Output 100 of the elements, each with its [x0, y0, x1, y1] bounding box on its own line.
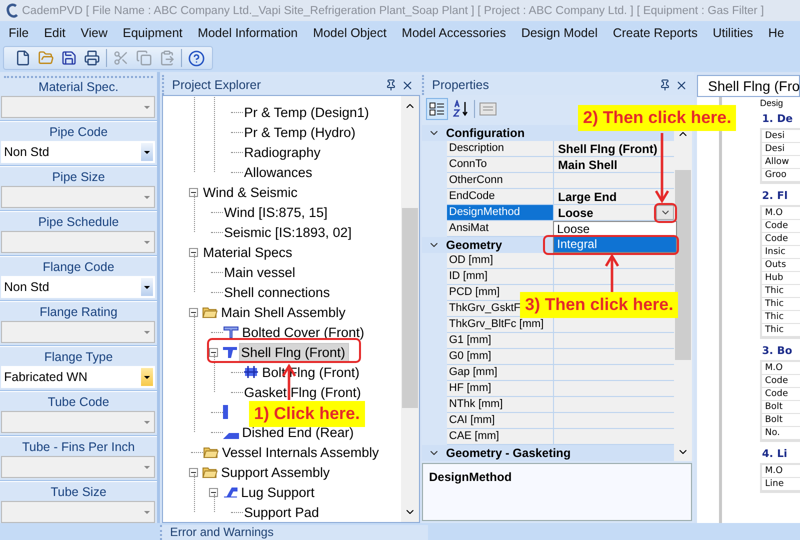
collapse-toggle[interactable]: [189, 468, 198, 476]
report-row: Thic: [762, 324, 800, 337]
dropdown-field[interactable]: Fabricated WN: [1, 366, 155, 388]
property-name[interactable]: DesignMethod: [447, 205, 554, 221]
menu-item[interactable]: He: [760, 26, 792, 40]
dropdown-field[interactable]: [1, 321, 155, 343]
collapse-toggle[interactable]: [209, 348, 218, 356]
new-file-icon[interactable]: [14, 49, 32, 68]
collapse-toggle[interactable]: [209, 488, 218, 496]
category-header[interactable]: Geometry - Gasketing: [422, 445, 674, 461]
report-row: No.: [762, 427, 800, 440]
document-tab[interactable]: Shell Flng (Fro: [697, 75, 800, 97]
report-row: Bolt: [762, 414, 800, 427]
panel-title: Error and Warnings: [160, 525, 428, 540]
description-title: DesignMethod: [429, 470, 512, 484]
collapse-toggle[interactable]: [189, 188, 198, 196]
dropdown-field[interactable]: [1, 231, 155, 253]
print-icon[interactable]: [83, 49, 101, 68]
field-label: Flange Type: [43, 349, 114, 366]
property-name[interactable]: Gap [mm]: [447, 365, 554, 381]
dropdown-field[interactable]: Non Std: [1, 276, 155, 298]
property-name[interactable]: CAI [mm]: [447, 413, 554, 429]
section-heading: 1. De: [762, 113, 794, 125]
dropdown-toggle[interactable]: [656, 205, 674, 220]
property-name[interactable]: NThk [mm]: [447, 397, 554, 413]
dropdown-field[interactable]: Non Std: [1, 141, 155, 163]
report-row: Hub: [762, 272, 800, 285]
cut-icon[interactable]: [112, 49, 130, 68]
collapse-toggle[interactable]: [189, 248, 198, 256]
menu-item[interactable]: Edit: [36, 26, 74, 40]
menu-item[interactable]: Equipment: [115, 26, 190, 40]
property-name[interactable]: EndCode: [447, 189, 554, 205]
field-label: Pipe Code: [48, 124, 109, 141]
dropdown-option[interactable]: Integral: [554, 237, 676, 252]
property-value[interactable]: [554, 269, 674, 285]
property-name[interactable]: HF [mm]: [447, 381, 554, 397]
panel-title: Project Explorer: [172, 78, 262, 92]
menu-item[interactable]: Model Accessories: [394, 26, 514, 40]
property-name[interactable]: CAE [mm]: [447, 429, 554, 445]
dropdown-field[interactable]: [1, 96, 155, 118]
app-logo-icon: [6, 2, 18, 19]
scrollbar-thumb[interactable]: [675, 170, 691, 360]
property-name[interactable]: G1 [mm]: [447, 333, 554, 349]
property-name[interactable]: OtherConn: [447, 173, 554, 189]
menu-item[interactable]: Model Object: [305, 26, 394, 40]
tree-item[interactable]: Shell Flng (Front): [240, 344, 348, 360]
menu-item[interactable]: Utilities: [705, 26, 761, 40]
section-heading: 2. Fl: [762, 190, 789, 202]
property-name[interactable]: G0 [mm]: [447, 349, 554, 365]
section-heading: 4. Li: [762, 448, 788, 460]
field-label: Pipe Schedule: [37, 214, 120, 231]
property-name[interactable]: Description: [447, 141, 554, 157]
property-value[interactable]: [554, 173, 674, 189]
property-name[interactable]: OD [mm]: [447, 253, 554, 269]
field-label: Flange Rating: [38, 304, 118, 321]
property-name[interactable]: AnsiMat: [447, 221, 554, 237]
field-label: Material Spec.: [38, 79, 120, 96]
collapse-toggle[interactable]: [189, 308, 198, 316]
flange-icon: [222, 345, 238, 359]
report-row: Line: [762, 478, 800, 491]
categorized-view-icon[interactable]: [426, 98, 448, 120]
folder-icon: [202, 305, 218, 319]
report-row: Code: [762, 233, 800, 246]
field-label: Pipe Size: [51, 169, 106, 186]
dropdown-field[interactable]: [1, 501, 155, 523]
menu-item[interactable]: View: [73, 26, 116, 40]
head-icon: [223, 433, 239, 439]
menu-item[interactable]: File: [1, 26, 36, 40]
menu-item[interactable]: Create Reports: [605, 26, 706, 40]
save-icon[interactable]: [60, 49, 78, 68]
copy-icon[interactable]: [135, 49, 153, 68]
report-row: Outs: [762, 259, 800, 272]
field-label: Tube Code: [46, 394, 110, 411]
highlight-ring-overlay: [654, 203, 677, 223]
property-name[interactable]: ThkGrv_BltFc [mm]: [447, 317, 554, 333]
report-row: Code: [762, 220, 800, 233]
dropdown-field[interactable]: [1, 186, 155, 208]
report-row: Groo: [762, 169, 800, 182]
scrollbar-thumb[interactable]: [402, 208, 418, 408]
dropdown-field[interactable]: [1, 411, 155, 433]
property-name[interactable]: ID [mm]: [447, 269, 554, 285]
instruction-tooltip: 2) Then click here.: [578, 105, 736, 131]
property-value[interactable]: Large End: [554, 189, 674, 205]
instruction-tooltip: 3) Then click here.: [520, 292, 678, 318]
paste-icon[interactable]: [158, 49, 176, 68]
dropdown-field[interactable]: [1, 456, 155, 478]
property-value[interactable]: Shell Flng (Front): [554, 141, 674, 157]
field-label: Flange Code: [42, 259, 116, 276]
property-value[interactable]: Main Shell: [554, 157, 674, 173]
field-label: Tube Size: [50, 484, 108, 501]
instruction-tooltip: 1) Click here.: [249, 401, 365, 427]
menu-item[interactable]: Model Information: [190, 26, 306, 40]
report-caption: Desig: [760, 98, 784, 108]
report-row: Code: [762, 388, 800, 401]
menu-item[interactable]: Design Model: [514, 26, 606, 40]
help-icon[interactable]: [187, 48, 206, 68]
report-row: Bolt: [762, 401, 800, 414]
cover-icon: [223, 325, 239, 339]
lug-icon: [222, 485, 238, 499]
property-name[interactable]: ConnTo: [447, 157, 554, 173]
